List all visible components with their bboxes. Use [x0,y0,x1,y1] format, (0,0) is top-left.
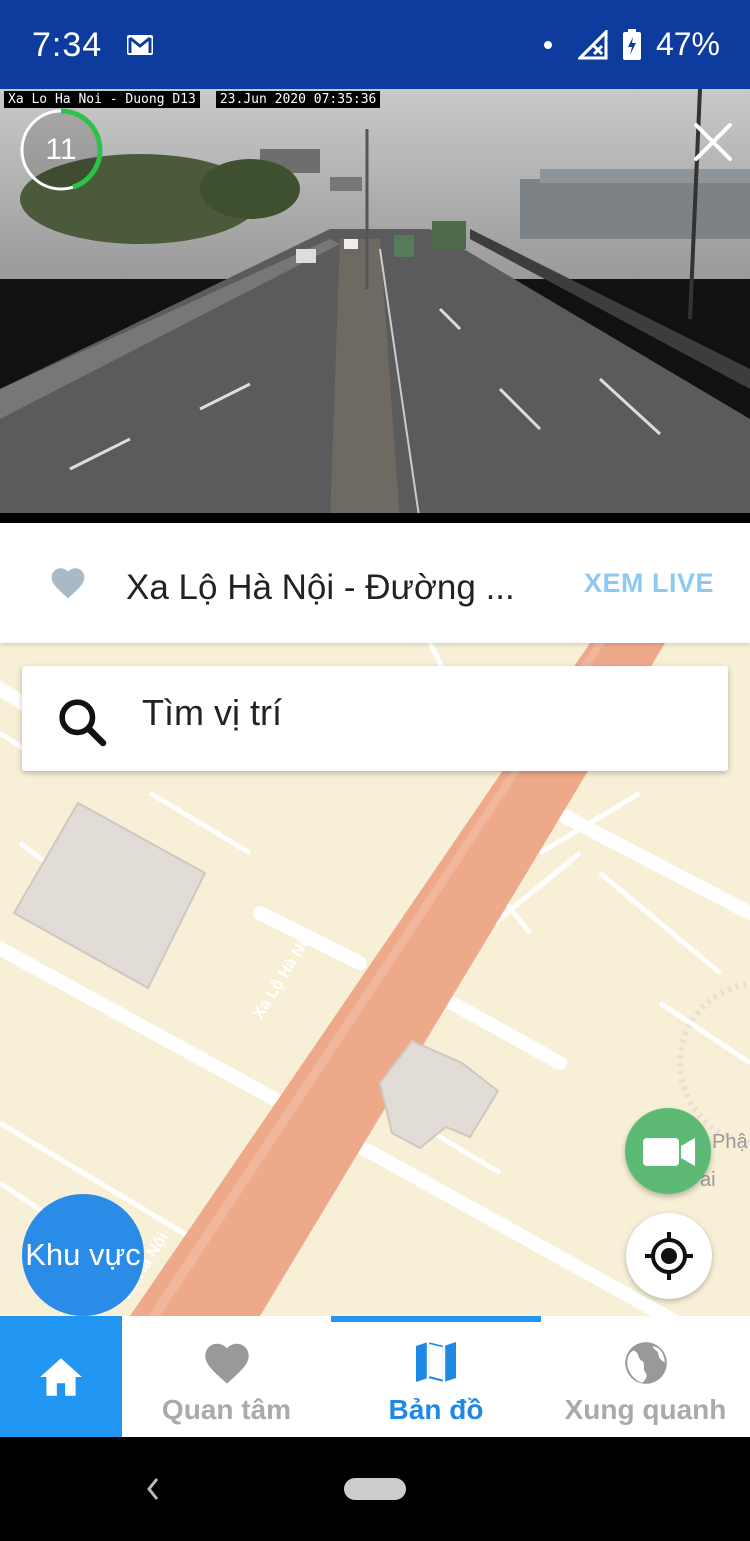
heart-icon[interactable] [48,564,88,600]
search-icon[interactable] [54,694,110,750]
camera-timestamp-tag: 23.Jun 2020 07:35:36 [215,91,381,108]
search-input[interactable] [142,692,702,734]
dot-icon [543,40,552,49]
signal-off-icon [577,29,608,59]
watch-live-button[interactable]: XEM LIVE [584,568,714,599]
nav-favorites[interactable]: Quan tâm [122,1316,331,1437]
nav-map-label: Bản đồ [388,1394,484,1425]
camera-location-tag: Xa Lo Ha Noi - Duong D13 [4,91,200,108]
status-indicators: 47% [543,26,720,63]
battery-charging-icon [622,28,641,60]
status-bar: 7:34 47% [0,0,750,89]
gmail-icon [127,35,153,55]
poi-label-1: Phậ [712,1131,748,1153]
bottom-navigation: Quan tâm Bản đồ Xung quanh [0,1316,750,1437]
search-box[interactable] [22,666,728,771]
nav-nearby[interactable]: Xung quanh [541,1316,750,1437]
home-icon [40,1358,82,1396]
video-camera-icon [643,1138,695,1166]
globe-icon [624,1342,667,1384]
home-pill[interactable] [344,1478,406,1500]
heart-icon [204,1343,249,1384]
camera-feed[interactable]: Xa Lo Ha Noi - Duong D13 23.Jun 2020 07:… [0,89,750,523]
my-location-button[interactable] [626,1213,712,1299]
battery-percent: 47% [655,26,720,62]
nav-map[interactable]: Bản đồ [331,1316,541,1437]
back-icon[interactable] [143,1475,163,1503]
close-icon[interactable] [690,119,736,165]
camera-image [0,89,750,523]
crosshair-icon [645,1232,693,1280]
camera-overlay: Xa Lo Ha Noi - Duong D13 23.Jun 2020 07:… [4,91,381,108]
camera-list-button[interactable] [625,1108,711,1194]
map-icon [416,1342,456,1382]
nav-home[interactable] [0,1316,122,1437]
status-time: 7:34 [32,26,103,64]
camera-title: Xa Lộ Hà Nội - Đường ... [126,568,515,607]
area-button[interactable]: Khu vực [22,1194,144,1316]
nav-nearby-label: Xung quanh [564,1394,727,1425]
countdown-value: 11 [45,133,77,166]
nav-favorites-label: Quan tâm [161,1394,292,1425]
